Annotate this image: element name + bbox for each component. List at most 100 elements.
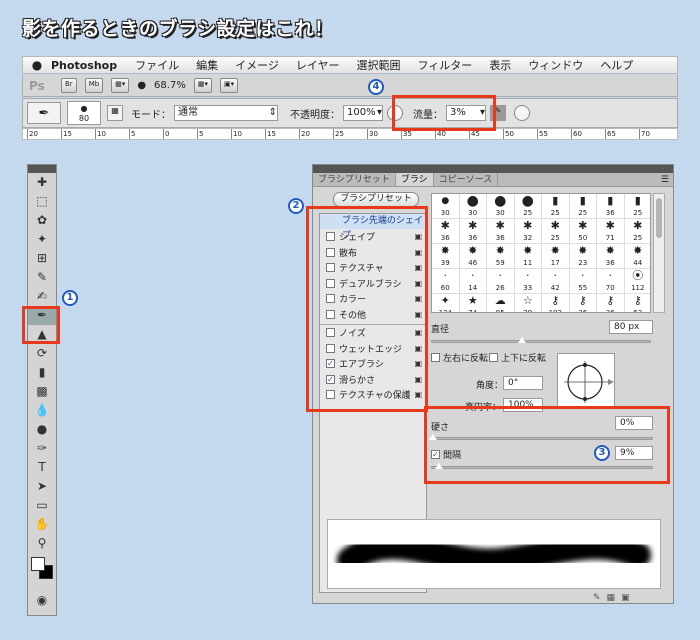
- brush-tip-cell[interactable]: ⦿ 112: [624, 269, 650, 294]
- blur-tool-icon[interactable]: 💧: [28, 401, 56, 420]
- angle-roundness-widget[interactable]: [557, 353, 615, 409]
- brush-tip-cell[interactable]: ✸ 36: [597, 244, 625, 269]
- diameter-field[interactable]: 80 px: [609, 320, 653, 334]
- marquee-tool-icon[interactable]: ⬚: [28, 192, 56, 211]
- foreground-color-swatch[interactable]: [31, 557, 45, 571]
- menu-help[interactable]: ヘルプ: [600, 57, 633, 73]
- brush-tip-cell[interactable]: ● 30: [459, 194, 487, 219]
- brush-tip-cell[interactable]: ✱ 36: [487, 219, 515, 244]
- screen-mode-button[interactable]: ▣▾: [219, 78, 239, 93]
- brush-tip-cell[interactable]: ✱ 36: [432, 219, 460, 244]
- brush-tip-cell[interactable]: ✱ 50: [569, 219, 597, 244]
- brush-panel-toggle-button[interactable]: ▦: [107, 105, 123, 121]
- type-tool-icon[interactable]: T: [28, 458, 56, 477]
- checkbox[interactable]: [431, 353, 440, 362]
- brush-tip-cell[interactable]: ● 25: [514, 194, 542, 219]
- menu-select[interactable]: 選択範囲: [357, 57, 401, 73]
- brush-tip-cell[interactable]: ✸ 59: [487, 244, 515, 269]
- brush-tip-cell[interactable]: ⚷ 192: [542, 294, 570, 312]
- zoom-tool-icon[interactable]: ⚲: [28, 534, 56, 553]
- brush-tip-cell[interactable]: ▮ 25: [624, 194, 650, 219]
- brush-tip-cell[interactable]: ⚷ 36: [570, 294, 597, 312]
- tab-brush[interactable]: ブラシ: [395, 173, 434, 186]
- brush-tip-cell[interactable]: · 42: [542, 269, 570, 294]
- brush-tip-cell[interactable]: ✸ 11: [514, 244, 542, 269]
- bridge-button[interactable]: Br: [61, 78, 77, 93]
- history-brush-tool-icon[interactable]: ⟳: [28, 344, 56, 363]
- panel-menu-icon[interactable]: ☰: [661, 173, 673, 186]
- pressure-size-icon[interactable]: [514, 105, 530, 121]
- brush-tip-cell[interactable]: ⚷ 63: [625, 294, 651, 312]
- brush-grid-scrollbar[interactable]: [653, 193, 665, 313]
- brush-tip-cell[interactable]: · 33: [514, 269, 542, 294]
- zoom-level[interactable]: 68.7%: [154, 80, 186, 91]
- brush-tip-cell[interactable]: ● 30: [487, 194, 515, 219]
- quick-select-tool-icon[interactable]: ✦: [28, 230, 56, 249]
- mode-select[interactable]: 通常 ⇕: [174, 105, 278, 121]
- brush-tip-cell[interactable]: · 60: [432, 269, 460, 294]
- brush-tip-cell[interactable]: ✸ 44: [624, 244, 650, 269]
- brush-tip-cell[interactable]: · 70: [597, 269, 625, 294]
- brush-tip-cell[interactable]: ✱ 32: [514, 219, 542, 244]
- eraser-tool-icon[interactable]: ▮: [28, 363, 56, 382]
- checkbox[interactable]: [489, 353, 498, 362]
- menu-filter[interactable]: フィルター: [418, 57, 473, 73]
- menu-edit[interactable]: 編集: [196, 57, 218, 73]
- move-tool-icon[interactable]: ✚: [28, 173, 56, 192]
- view-extras-button[interactable]: ▦▾: [111, 78, 130, 93]
- arrange-documents-button[interactable]: ▦▾: [193, 78, 212, 93]
- tab-clone-source[interactable]: コピーソース: [434, 173, 499, 186]
- brush-tip-cell[interactable]: ✱ 25: [624, 219, 650, 244]
- toggle-hard-bristle-icon[interactable]: ✎: [593, 593, 607, 603]
- brush-tip-cell[interactable]: ● 30: [432, 194, 460, 219]
- apple-icon[interactable]: ●: [23, 58, 51, 72]
- shape-tool-icon[interactable]: ▭: [28, 496, 56, 515]
- diameter-slider[interactable]: [431, 340, 651, 343]
- tool-preset-picker[interactable]: ✒: [27, 102, 61, 124]
- eyedropper-tool-icon[interactable]: ✎: [28, 268, 56, 287]
- brush-tip-cell[interactable]: ☆ 29: [515, 294, 542, 312]
- brush-presets-button[interactable]: ブラシプリセット: [333, 192, 419, 207]
- brush-tip-cell[interactable]: ✸ 39: [432, 244, 460, 269]
- brush-tip-cell[interactable]: · 55: [569, 269, 597, 294]
- brush-tip-cell[interactable]: ▮ 36: [597, 194, 625, 219]
- brush-tip-cell[interactable]: ✱ 71: [597, 219, 625, 244]
- tab-brush-presets[interactable]: ブラシプリセット: [313, 173, 396, 186]
- scrollbar-thumb[interactable]: [656, 198, 662, 238]
- brush-tip-cell[interactable]: ☁ 95: [487, 294, 515, 312]
- brush-tip-cell[interactable]: ✱ 36: [459, 219, 487, 244]
- brush-panel-titlebar[interactable]: [313, 165, 673, 173]
- app-name-menu[interactable]: Photoshop: [51, 59, 117, 72]
- quick-mask-icon[interactable]: ◉: [28, 591, 56, 610]
- brush-tip-cell[interactable]: · 14: [459, 269, 487, 294]
- diameter-slider-knob[interactable]: [518, 337, 526, 343]
- brush-tip-cell[interactable]: ✱ 25: [542, 219, 570, 244]
- gradient-tool-icon[interactable]: ▩: [28, 382, 56, 401]
- angle-field[interactable]: 0°: [503, 376, 543, 390]
- brush-tip-cell[interactable]: ✸ 23: [569, 244, 597, 269]
- path-select-tool-icon[interactable]: ➤: [28, 477, 56, 496]
- brush-tip-cell[interactable]: ▮ 25: [542, 194, 570, 219]
- brush-tip-cell[interactable]: ✸ 17: [542, 244, 570, 269]
- brush-tip-cell[interactable]: ⚷ 36: [597, 294, 625, 312]
- crop-tool-icon[interactable]: ⊞: [28, 249, 56, 268]
- brush-preset-picker[interactable]: ● 80: [67, 101, 101, 125]
- brush-tip-cell[interactable]: ▮ 25: [569, 194, 597, 219]
- menu-file[interactable]: ファイル: [135, 57, 179, 73]
- healing-tool-icon[interactable]: ✍: [28, 287, 56, 306]
- grid-icon[interactable]: ▦: [607, 593, 622, 603]
- brush-tip-cell[interactable]: ✸ 46: [459, 244, 487, 269]
- opacity-field[interactable]: 100% ▾: [343, 105, 383, 121]
- menu-view[interactable]: 表示: [489, 57, 511, 73]
- new-preset-icon[interactable]: ▣: [621, 593, 636, 603]
- mini-bridge-button[interactable]: Mb: [84, 78, 104, 93]
- brush-tip-cell[interactable]: ★ 74: [460, 294, 487, 312]
- menu-window[interactable]: ウィンドウ: [528, 57, 583, 73]
- tools-titlebar[interactable]: [28, 165, 56, 173]
- menu-image[interactable]: イメージ: [235, 57, 279, 73]
- flip-x-option[interactable]: 左右に反転: [431, 351, 488, 364]
- flip-y-option[interactable]: 上下に反転: [489, 351, 546, 364]
- brush-tip-cell[interactable]: · 26: [487, 269, 515, 294]
- pen-tool-icon[interactable]: ✑: [28, 439, 56, 458]
- hand-tool-icon[interactable]: ✋: [28, 515, 56, 534]
